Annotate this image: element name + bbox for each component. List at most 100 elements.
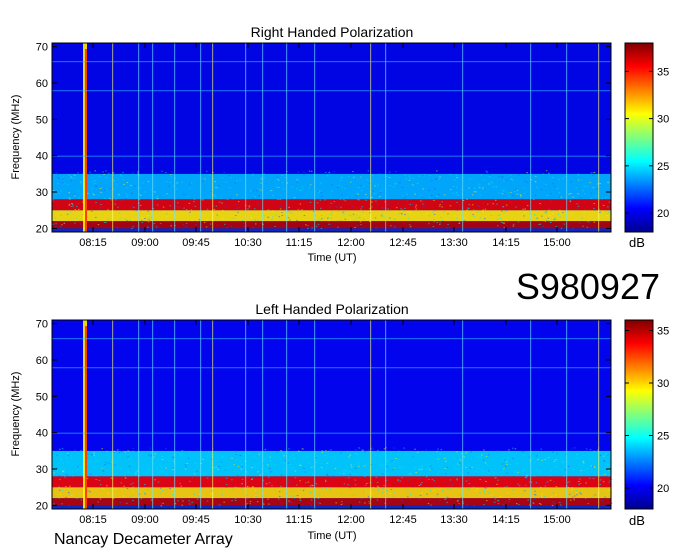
panel-title: Left Handed Polarization xyxy=(255,301,408,317)
x-tick-label: 10:30 xyxy=(234,514,262,526)
colorbar-tick-label: 20 xyxy=(657,208,669,220)
burst-streak xyxy=(314,43,316,232)
burst-streak xyxy=(530,43,532,232)
x-tick-label: 10:30 xyxy=(234,237,262,249)
burst-streak xyxy=(152,320,154,509)
burst-streak xyxy=(245,43,247,232)
spectrogram-plot: 20 30 40 50 60 70 08:15 09:00 09:45 10:30 11:15 12:… xyxy=(36,319,613,526)
x-tick-label: 13:30 xyxy=(440,237,468,249)
burst-streak xyxy=(174,43,176,232)
colorbar: 20 25 30 35 xyxy=(624,319,669,510)
burst-streak xyxy=(174,320,176,509)
burst-streak xyxy=(286,320,288,509)
x-axis-label: Time (UT) xyxy=(307,252,356,264)
burst-streak xyxy=(598,320,600,509)
x-tick-label: 15:00 xyxy=(543,514,571,526)
y-axis-label: Frequency (MHz) xyxy=(10,95,22,180)
left-polarization-panel: Left Handed Polarization 20 30 40 50 60 70 08:… xyxy=(10,301,669,542)
burst-streak xyxy=(138,320,140,509)
spectrogram-figure: Right Handed Polarization 20 30 40 50 60 70 08… xyxy=(10,24,669,548)
x-tick-label: 08:15 xyxy=(79,514,107,526)
x-tick-label: 11:15 xyxy=(286,514,313,526)
frequency-band xyxy=(52,487,611,499)
burst-streak xyxy=(85,326,87,509)
interference-line xyxy=(52,338,611,340)
frequency-band xyxy=(52,221,611,229)
x-tick-label: 12:45 xyxy=(389,514,417,526)
frequency-band xyxy=(52,173,611,200)
burst-streak xyxy=(262,43,264,232)
event-id-label: S980927 xyxy=(516,266,660,307)
burst-streak xyxy=(212,320,214,509)
burst-streak xyxy=(85,49,87,232)
interference-line xyxy=(52,61,611,63)
interference-line xyxy=(52,90,611,92)
colorbar-unit-label: dB xyxy=(629,513,645,528)
colorbar: 20 25 30 35 xyxy=(624,42,669,233)
burst-streak xyxy=(566,320,568,509)
y-axis-label: Frequency (MHz) xyxy=(10,372,22,457)
burst-streak xyxy=(245,320,247,509)
x-tick-label: 12:45 xyxy=(389,237,417,249)
x-tick-label: 15:00 xyxy=(543,237,571,249)
interference-line xyxy=(52,367,611,369)
x-tick-label: 14:15 xyxy=(492,514,520,526)
spectrogram-plot: 20 30 40 50 60 70 08:15 09:00 09:45 10:30 11:15 12:… xyxy=(36,42,612,249)
burst-streak xyxy=(112,43,114,232)
x-tick-label: 09:00 xyxy=(131,514,159,526)
burst-streak xyxy=(385,43,387,232)
burst-streak xyxy=(385,320,387,509)
frequency-band xyxy=(52,320,611,451)
burst-streak xyxy=(200,43,202,232)
y-tick-label: 70 xyxy=(36,319,48,331)
y-tick-label: 50 xyxy=(36,114,48,126)
y-tick-label: 40 xyxy=(36,151,48,163)
burst-streak xyxy=(370,320,372,509)
burst-streak xyxy=(598,43,600,232)
x-tick-label: 12:00 xyxy=(337,514,365,526)
y-tick-label: 50 xyxy=(36,391,48,403)
colorbar-tick-label: 30 xyxy=(657,114,669,126)
burst-streak xyxy=(462,43,464,232)
colorbar-unit-label: dB xyxy=(629,235,645,250)
y-tick-label: 30 xyxy=(36,187,48,199)
x-tick-label: 13:30 xyxy=(440,514,468,526)
colorbar-tick-label: 25 xyxy=(657,161,669,173)
burst-streak xyxy=(370,43,372,232)
burst-streak xyxy=(262,320,264,509)
x-tick-label: 09:00 xyxy=(131,237,159,249)
colorbar-tick-label: 20 xyxy=(657,483,669,495)
burst-streak xyxy=(200,320,202,509)
y-tick-label: 30 xyxy=(36,464,48,476)
x-tick-label: 09:45 xyxy=(182,514,210,526)
y-tick-label: 70 xyxy=(36,42,48,54)
x-tick-label: 08:15 xyxy=(79,237,107,249)
burst-streak xyxy=(212,43,214,232)
panel-title: Right Handed Polarization xyxy=(251,24,414,40)
x-tick-label: 12:00 xyxy=(337,237,365,249)
right-polarization-panel: Right Handed Polarization 20 30 40 50 60 70 08… xyxy=(10,24,669,264)
frequency-band xyxy=(52,43,611,174)
frequency-band xyxy=(52,450,611,477)
y-tick-label: 20 xyxy=(36,223,48,235)
burst-streak xyxy=(530,320,532,509)
burst-streak xyxy=(462,320,464,509)
y-tick-label: 20 xyxy=(36,500,48,512)
x-axis-label: Time (UT) xyxy=(307,530,356,542)
instrument-label: Nancay Decameter Array xyxy=(54,531,233,548)
x-tick-label: 09:45 xyxy=(182,237,210,249)
burst-streak xyxy=(138,43,140,232)
interference-line xyxy=(52,432,611,434)
burst-streak xyxy=(314,320,316,509)
x-tick-label: 14:15 xyxy=(492,237,520,249)
burst-streak xyxy=(152,43,154,232)
colorbar-tick-label: 25 xyxy=(657,431,669,443)
x-tick-label: 11:15 xyxy=(286,237,313,249)
colorbar-gradient xyxy=(624,319,654,510)
burst-streak xyxy=(286,43,288,232)
interference-line xyxy=(52,155,611,157)
y-tick-label: 60 xyxy=(36,78,48,90)
y-tick-label: 60 xyxy=(36,355,48,367)
burst-streak xyxy=(112,320,114,509)
colorbar-gradient xyxy=(624,42,654,233)
